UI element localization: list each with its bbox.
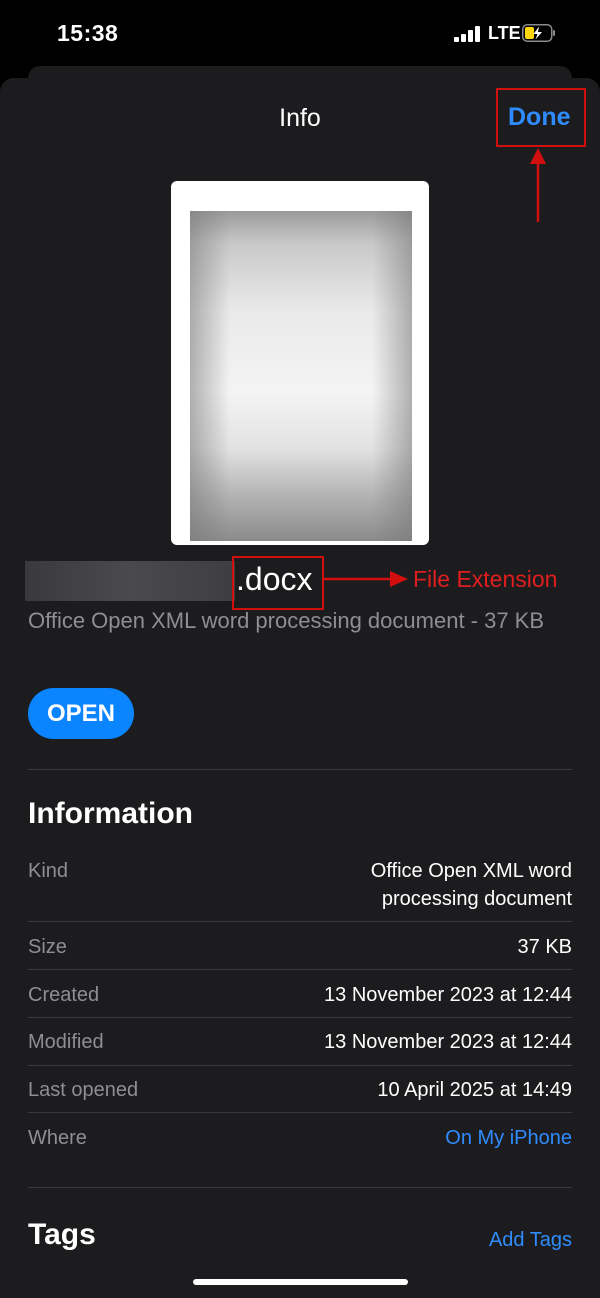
open-button[interactable]: OPEN [28, 688, 134, 739]
battery-charging-icon [522, 24, 555, 42]
kind-line-1: Office Open XML word [370, 860, 572, 882]
cellular-signal-icon [454, 26, 482, 42]
row-label-where: Where [28, 1127, 87, 1149]
tags-heading: Tags [28, 1218, 96, 1251]
divider [28, 969, 572, 970]
information-heading: Information [28, 797, 193, 830]
divider [28, 1065, 572, 1066]
row-value-size: 37 KB [517, 936, 572, 958]
divider [28, 769, 572, 770]
file-description: Office Open XML word processing document… [28, 608, 545, 633]
row-label-modified: Modified [28, 1031, 104, 1053]
kind-line-2: processing document [381, 888, 572, 910]
status-time: 15:38 [57, 20, 119, 46]
row-value-created: 13 November 2023 at 12:44 [324, 984, 572, 1006]
home-indicator [193, 1279, 408, 1285]
annotation-arrow-right [324, 571, 408, 587]
annotation-box-done [496, 88, 586, 147]
row-label-last-opened: Last opened [28, 1079, 139, 1101]
document-preview [171, 181, 429, 545]
add-tags-button[interactable]: Add Tags [489, 1226, 572, 1254]
network-type: LTE [488, 23, 521, 43]
row-label-kind: Kind [28, 860, 69, 882]
divider [28, 1112, 572, 1113]
row-value-kind: Office Open XML word processing document [371, 857, 572, 913]
annotation-label: File Extension [413, 566, 558, 592]
annotation-box-extension [232, 556, 324, 610]
document-preview-content [190, 211, 412, 541]
divider [28, 1187, 572, 1188]
where-link[interactable]: On My iPhone [445, 1124, 572, 1152]
row-label-size: Size [28, 936, 67, 958]
filename-redacted [25, 561, 235, 601]
divider [28, 921, 572, 922]
status-bar: 15:38 LTE [0, 0, 600, 66]
row-value-modified: 13 November 2023 at 12:44 [324, 1031, 572, 1053]
row-value-last-opened: 10 April 2025 at 14:49 [377, 1079, 572, 1101]
divider [28, 1017, 572, 1018]
row-label-created: Created [28, 984, 100, 1006]
annotation-arrow-up [530, 148, 546, 222]
